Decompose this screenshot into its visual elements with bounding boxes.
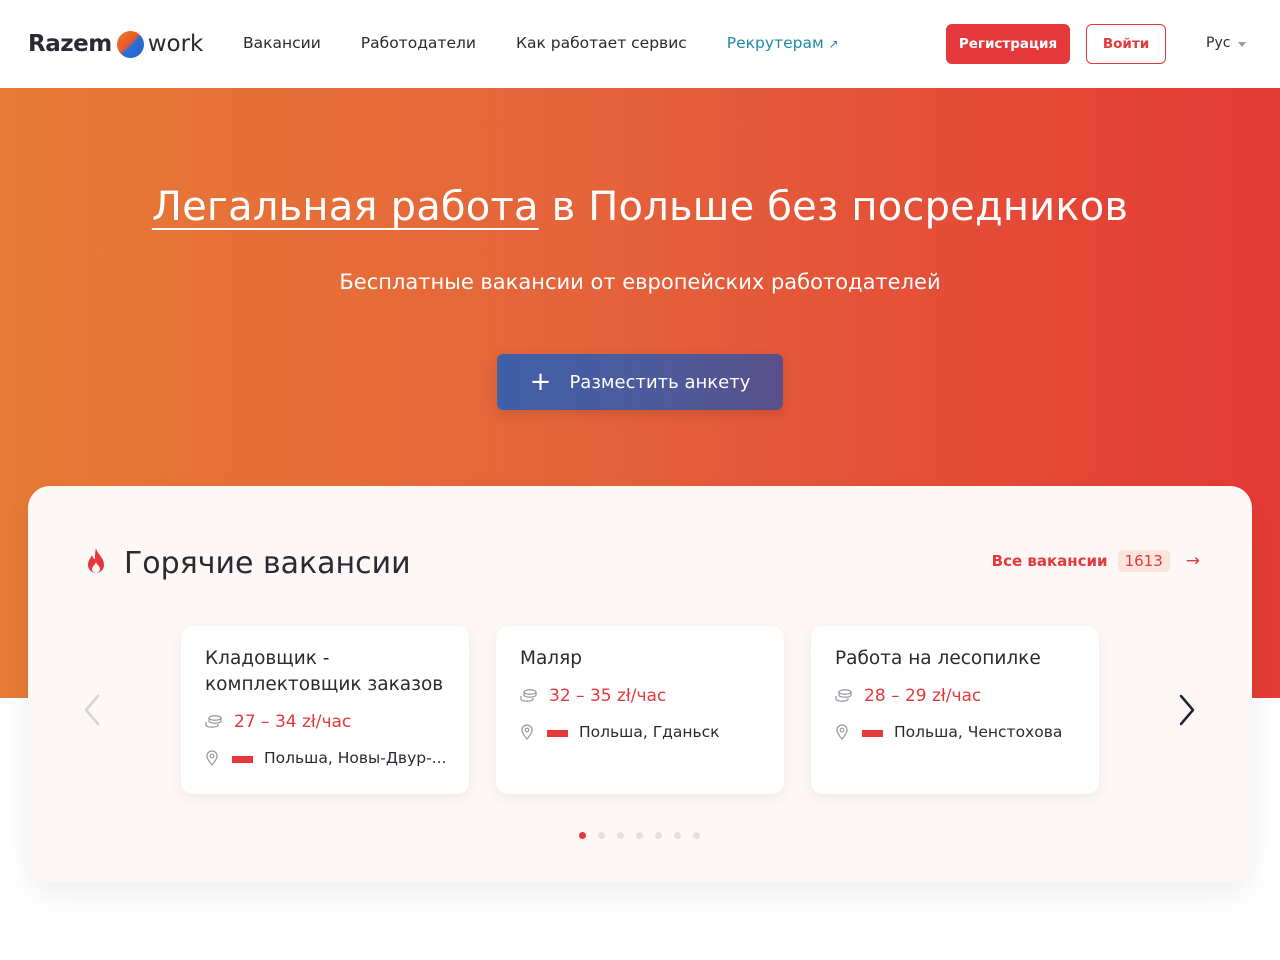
post-resume-label: Разместить анкету (569, 371, 751, 393)
vacancy-location: Польша, Новы-Двур-... (205, 749, 446, 767)
vacancy-salary: 28 – 29 zł/час (835, 686, 981, 706)
logo[interactable]: Razem work (28, 28, 203, 60)
vacancy-location: Польша, Гданьск (520, 723, 720, 741)
vacancy-location: Польша, Ченстохова (835, 723, 1062, 741)
site-header: Razem work Вакансии Работодатели Как раб… (0, 0, 1280, 88)
carousel-dot[interactable] (579, 832, 586, 839)
language-selector[interactable]: Рус (1206, 35, 1247, 51)
chevron-right-icon[interactable] (1175, 692, 1199, 728)
vacancy-salary: 32 – 35 zł/час (520, 686, 666, 706)
coins-icon (835, 689, 852, 702)
main-nav: Вакансии Работодатели Как работает серви… (243, 34, 839, 52)
nav-recruiters-label: Рекрутерам (726, 34, 824, 52)
carousel-dot[interactable] (693, 832, 700, 839)
nav-how-it-works[interactable]: Как работает сервис (516, 34, 687, 52)
vacancy-location-text: Польша, Ченстохова (894, 723, 1063, 741)
hot-vacancies-panel: Горячие вакансии Все вакансии 1613 → Кла… (28, 486, 1252, 882)
vacancy-location-text: Польша, Новы-Двур-... (264, 749, 447, 767)
vacancy-title: Маляр (520, 648, 582, 669)
language-label: Рус (1206, 35, 1231, 51)
logo-text-razem: Razem (28, 31, 112, 57)
vacancy-salary-text: 32 – 35 zł/час (549, 686, 667, 706)
vacancy-card[interactable]: Работа на лесопилке 28 – 29 zł/час Польш… (811, 626, 1099, 794)
carousel-dot[interactable] (617, 832, 624, 839)
location-pin-icon (521, 724, 533, 740)
poland-flag-icon (232, 752, 253, 764)
hero-title: Легальная работа в Польше без посреднико… (0, 184, 1280, 230)
login-button[interactable]: Войти (1086, 24, 1166, 64)
vacancy-card[interactable]: Маляр 32 – 35 zł/час Польша, Гданьск (496, 626, 784, 794)
vacancy-title: Работа на лесопилке (835, 648, 1041, 669)
location-pin-icon (836, 724, 848, 740)
carousel-pagination (579, 832, 700, 839)
vacancy-salary-text: 27 – 34 zł/час (234, 712, 352, 732)
carousel-dot[interactable] (598, 832, 605, 839)
nav-vacancies[interactable]: Вакансии (243, 34, 321, 52)
coins-icon (520, 689, 537, 702)
nav-employers[interactable]: Работодатели (361, 34, 476, 52)
coins-icon (205, 715, 222, 728)
nav-recruiters[interactable]: Рекрутерам ↗ (727, 34, 839, 52)
plus-icon: + (529, 367, 552, 397)
carousel-dot[interactable] (655, 832, 662, 839)
vacancies-count-badge: 1613 (1117, 550, 1170, 572)
location-pin-icon (206, 750, 218, 766)
logo-ball-icon (116, 30, 144, 58)
arrow-right-icon: → (1185, 551, 1200, 571)
caret-down-icon (1238, 41, 1247, 47)
vacancy-location-text: Польша, Гданьск (579, 723, 720, 741)
fire-icon (88, 548, 104, 573)
hero-title-link[interactable]: Легальная работа (152, 184, 539, 230)
chevron-left-icon[interactable] (80, 692, 104, 728)
register-button[interactable]: Регистрация (946, 24, 1070, 64)
logo-text-work: work (147, 31, 204, 57)
vacancy-salary: 27 – 34 zł/час (205, 712, 351, 732)
hero-title-rest: в Польше без посредников (538, 184, 1129, 230)
vacancy-title: Кладовщик - комплектовщик заказов (205, 648, 444, 695)
poland-flag-icon (547, 726, 568, 738)
poland-flag-icon (862, 726, 883, 738)
all-vacancies-label: Все вакансии (991, 552, 1108, 570)
carousel-dot[interactable] (636, 832, 643, 839)
post-resume-button[interactable]: + Разместить анкету (497, 354, 783, 410)
external-link-icon: ↗ (828, 37, 839, 51)
vacancy-salary-text: 28 – 29 zł/час (864, 686, 982, 706)
hero-subtitle: Бесплатные вакансии от европейских работ… (339, 270, 941, 294)
hot-vacancies-title: Горячие вакансии (124, 546, 411, 581)
carousel-dot[interactable] (674, 832, 681, 839)
all-vacancies-link[interactable]: Все вакансии 1613 → (992, 550, 1200, 572)
vacancy-card[interactable]: Кладовщик - комплектовщик заказов 27 – 3… (181, 626, 469, 794)
